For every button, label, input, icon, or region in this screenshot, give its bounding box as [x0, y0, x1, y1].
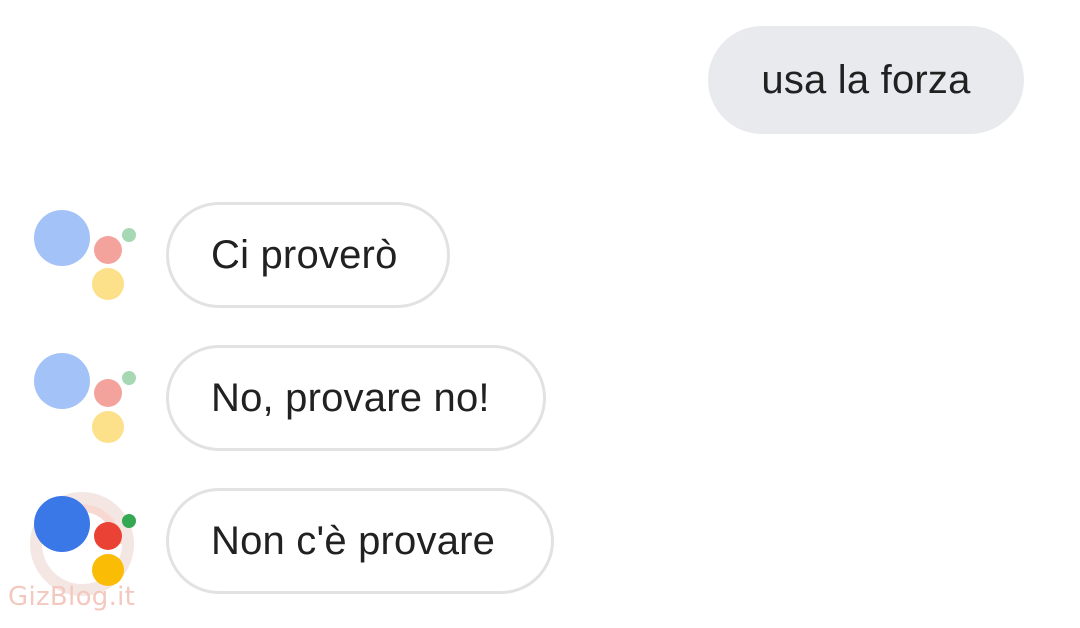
- google-assistant-dots-icon: [34, 210, 138, 306]
- user-message-bubble: usa la forza: [708, 26, 1024, 134]
- assistant-message-text: Non c'è provare: [211, 518, 496, 563]
- google-assistant-dots-icon: [34, 353, 138, 449]
- assistant-message-row: Ci proverò: [0, 202, 1080, 312]
- blue-dot: [34, 496, 90, 552]
- user-message-text: usa la forza: [761, 57, 971, 102]
- blue-dot: [34, 210, 90, 266]
- red-dot: [94, 236, 122, 264]
- green-dot: [122, 228, 136, 242]
- assistant-message-row: Non c'è provare: [0, 488, 1080, 598]
- yellow-dot: [92, 268, 124, 300]
- red-dot: [94, 522, 122, 550]
- blue-dot: [34, 353, 90, 409]
- watermark-text: GizBlog.it: [8, 582, 136, 612]
- assistant-message-text: No, provare no!: [211, 375, 490, 420]
- chat-screen: usa la forza Ci proverò No, provare no!: [0, 0, 1080, 628]
- assistant-message-bubble: Non c'è provare: [166, 488, 554, 594]
- assistant-message-text: Ci proverò: [211, 232, 398, 277]
- green-dot: [122, 514, 136, 528]
- red-dot: [94, 379, 122, 407]
- assistant-message-bubble: Ci proverò: [166, 202, 450, 308]
- assistant-message-bubble: No, provare no!: [166, 345, 546, 451]
- yellow-dot: [92, 411, 124, 443]
- google-assistant-dots-icon: [34, 496, 138, 592]
- green-dot: [122, 371, 136, 385]
- assistant-message-row: No, provare no!: [0, 345, 1080, 455]
